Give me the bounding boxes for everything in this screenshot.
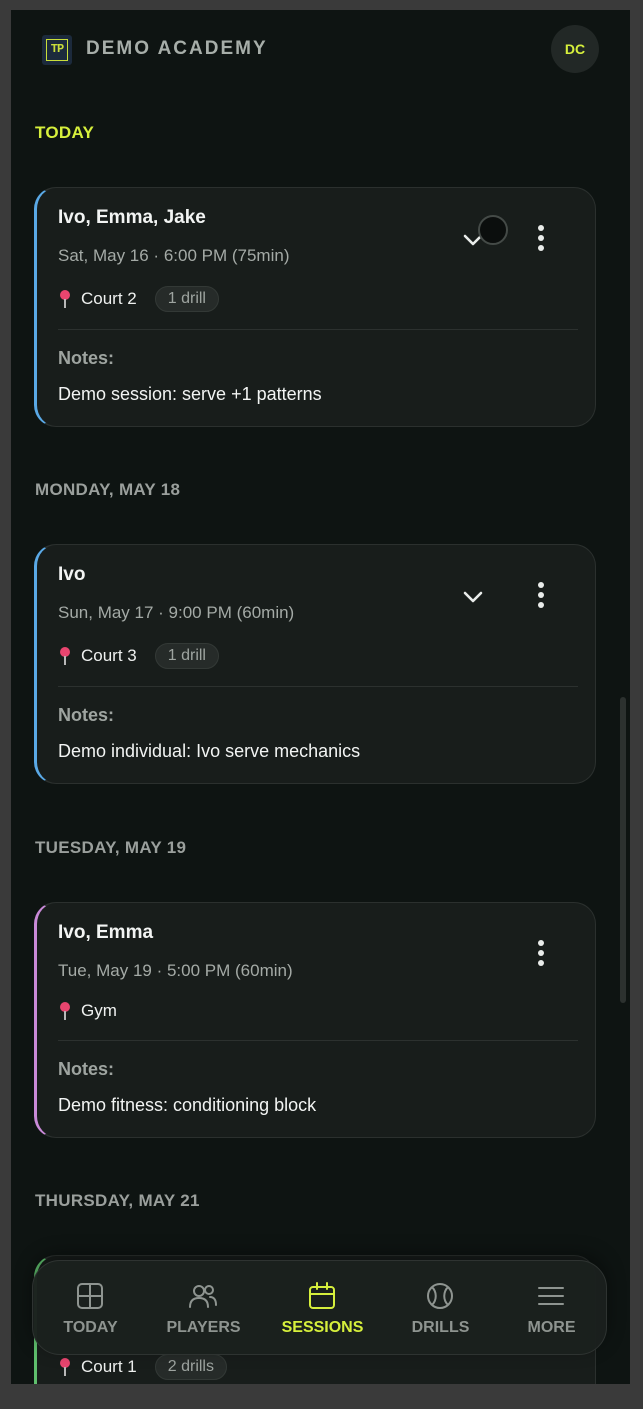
notes-text: Demo fitness: conditioning block xyxy=(58,1095,317,1115)
brand-name: DEMO ACADEMY xyxy=(86,38,268,59)
session-card[interactable]: Ivo Sun, May 17 · 9:00 PM (60min) Court … xyxy=(34,544,596,784)
location-pin-icon xyxy=(58,646,72,666)
tab-today[interactable]: TODAY xyxy=(33,1261,148,1354)
tab-label: SESSIONS xyxy=(281,1319,364,1336)
location-pin-icon xyxy=(58,289,72,309)
session-location: Gym xyxy=(58,1001,117,1021)
tab-sessions[interactable]: SESSIONS xyxy=(265,1261,380,1354)
session-players: Ivo, Emma, Jake xyxy=(58,207,206,228)
session-location: Court 2 1 drill xyxy=(58,286,219,312)
grid-icon xyxy=(77,1283,103,1309)
drill-count-badge: 1 drill xyxy=(154,643,219,669)
section-header-thursday: THURSDAY, MAY 21 xyxy=(35,1191,200,1210)
session-card[interactable]: Ivo, Emma, Jake Sat, May 16 · 6:00 PM (7… xyxy=(34,187,596,427)
session-location: Court 3 1 drill xyxy=(58,643,219,669)
more-options-icon[interactable] xyxy=(534,582,548,610)
academy-logo[interactable]: TP xyxy=(42,35,72,65)
section-header-today: TODAY xyxy=(35,123,95,142)
session-time: Sun, May 17 · 9:00 PM (60min) xyxy=(58,603,295,622)
app-header: TP DEMO ACADEMY DC xyxy=(11,10,630,90)
scrollbar[interactable] xyxy=(620,697,626,1003)
tab-players[interactable]: PLAYERS xyxy=(146,1261,261,1354)
section-header-tuesday: TUESDAY, MAY 19 xyxy=(35,838,187,857)
location-name: Court 2 xyxy=(81,289,137,308)
session-location: Court 1 2 drills xyxy=(58,1354,227,1380)
location-name: Court 1 xyxy=(81,1357,137,1376)
notes-label: Notes: xyxy=(58,348,115,368)
drill-count-badge: 1 drill xyxy=(154,286,219,312)
tab-label: PLAYERS xyxy=(166,1319,241,1336)
card-divider xyxy=(58,686,578,687)
user-avatar[interactable]: DC xyxy=(551,25,599,73)
users-icon xyxy=(189,1285,217,1308)
notes-text: Demo individual: Ivo serve mechanics xyxy=(58,741,361,761)
notes-label: Notes: xyxy=(58,705,115,725)
session-players: Ivo, Emma xyxy=(58,922,154,943)
session-players: Ivo xyxy=(58,564,86,585)
more-options-icon[interactable] xyxy=(534,940,548,968)
location-pin-icon xyxy=(58,1001,72,1021)
loading-spinner-icon xyxy=(478,215,508,245)
tab-more[interactable]: MORE xyxy=(494,1261,609,1354)
tab-drills[interactable]: DRILLS xyxy=(383,1261,498,1354)
drill-count-badge: 2 drills xyxy=(154,1354,227,1380)
card-divider xyxy=(58,329,578,330)
notes-label: Notes: xyxy=(58,1059,115,1079)
bottom-tab-bar: TODAY PLAYERS SESSIONS DRILLS MORE xyxy=(32,1260,607,1355)
tab-label: DRILLS xyxy=(411,1319,470,1336)
session-time: Sat, May 16 · 6:00 PM (75min) xyxy=(58,246,290,265)
card-divider xyxy=(58,1040,578,1041)
session-card[interactable]: Ivo, Emma Tue, May 19 · 5:00 PM (60min) … xyxy=(34,902,596,1138)
tennis-ball-icon xyxy=(427,1283,453,1309)
tab-label: MORE xyxy=(527,1319,576,1336)
logo-mark-icon: TP xyxy=(46,39,68,61)
app-screen: TP DEMO ACADEMY DC TODAY Ivo, Emma, Jake… xyxy=(11,10,630,1384)
calendar-icon xyxy=(309,1282,335,1309)
location-pin-icon xyxy=(58,1357,72,1377)
chevron-down-icon[interactable] xyxy=(459,585,487,609)
menu-icon xyxy=(538,1287,564,1305)
session-time: Tue, May 19 · 5:00 PM (60min) xyxy=(58,961,293,980)
section-header-monday: MONDAY, MAY 18 xyxy=(35,480,181,499)
location-name: Court 3 xyxy=(81,646,137,665)
notes-text: Demo session: serve +1 patterns xyxy=(58,384,322,404)
tab-label: TODAY xyxy=(63,1319,118,1336)
location-name: Gym xyxy=(81,1001,117,1020)
more-options-icon[interactable] xyxy=(534,225,548,253)
